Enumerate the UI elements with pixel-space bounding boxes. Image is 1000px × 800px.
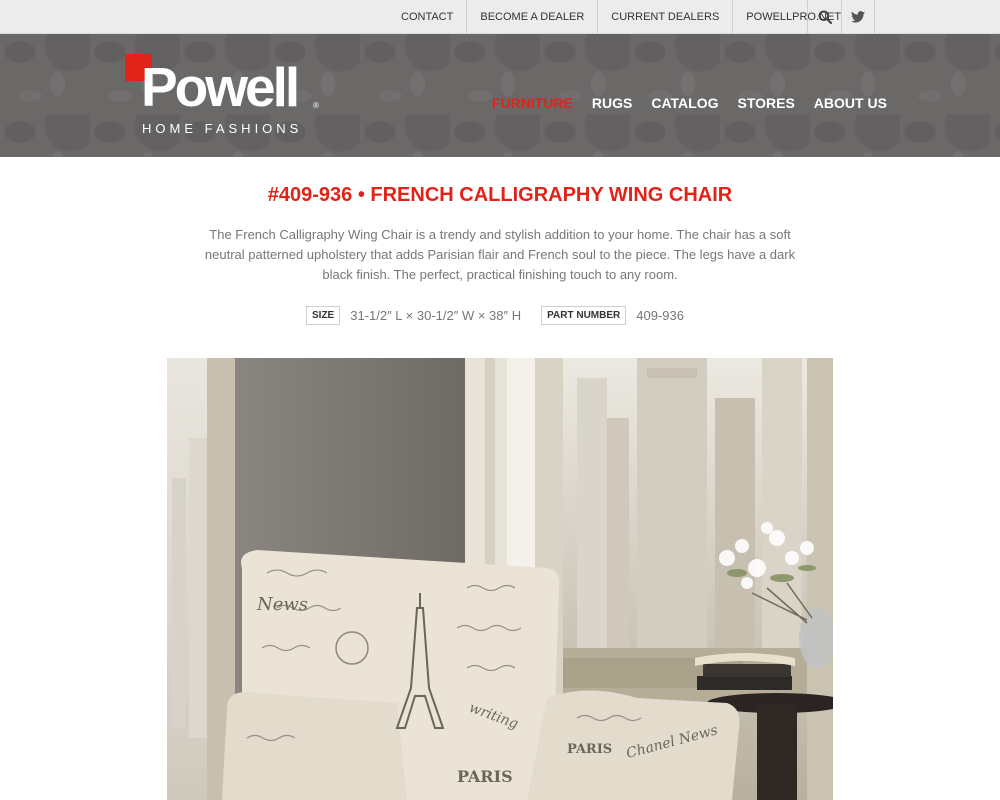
- twitter-icon-glyph: [851, 11, 865, 23]
- part-number-label: PART NUMBER: [541, 305, 627, 325]
- product-specs: SIZE 31-1/2″ L × 30-1/2″ W × 38″ H PART …: [306, 305, 684, 325]
- logo-wordmark: Powell: [141, 56, 300, 118]
- part-number-value: 409-936: [636, 307, 684, 323]
- utility-links: CONTACT BECOME A DEALER CURRENT DEALERS …: [388, 0, 854, 34]
- nav-about-us[interactable]: ABOUT US: [814, 95, 887, 111]
- nav-furniture[interactable]: FURNITURE: [492, 95, 573, 111]
- chair-text-paris-right: PARIS: [567, 742, 612, 757]
- logo-registered-mark: ®: [313, 101, 319, 110]
- become-a-dealer-link[interactable]: BECOME A DEALER: [466, 0, 597, 34]
- contact-link[interactable]: CONTACT: [388, 0, 466, 34]
- utility-bar: CONTACT BECOME A DEALER CURRENT DEALERS …: [0, 0, 1000, 34]
- logo-tagline: HOME FASHIONS: [142, 121, 303, 136]
- twitter-icon[interactable]: [841, 0, 875, 34]
- product-photo-illustration: News PARIS PARIS Chanel News writing: [167, 358, 833, 800]
- current-dealers-link[interactable]: CURRENT DEALERS: [597, 0, 732, 34]
- product-photo[interactable]: News PARIS PARIS Chanel News writing: [167, 358, 833, 800]
- product-description: The French Calligraphy Wing Chair is a t…: [204, 227, 796, 282]
- product-title: #409-936 • FRENCH CALLIGRAPHY WING CHAIR: [267, 184, 733, 206]
- books: [697, 676, 792, 690]
- search-icon[interactable]: [807, 0, 841, 34]
- search-icon-glyph: [818, 10, 832, 24]
- nav-rugs[interactable]: RUGS: [592, 95, 632, 111]
- site-header: Powell ® HOME FASHIONS FURNITURE RUGS CA…: [0, 34, 1000, 157]
- size-label: SIZE: [306, 305, 341, 325]
- main-nav: FURNITURE RUGS CATALOG STORES ABOUT US: [492, 95, 906, 111]
- chair-text-news: News: [256, 594, 308, 615]
- size-value: 31-1/2″ L × 30-1/2″ W × 38″ H: [350, 307, 522, 323]
- nav-catalog[interactable]: CATALOG: [651, 95, 718, 111]
- nav-stores[interactable]: STORES: [737, 95, 794, 111]
- chair-text-paris-center: PARIS: [457, 767, 513, 786]
- powell-logo[interactable]: Powell ® HOME FASHIONS: [125, 52, 325, 142]
